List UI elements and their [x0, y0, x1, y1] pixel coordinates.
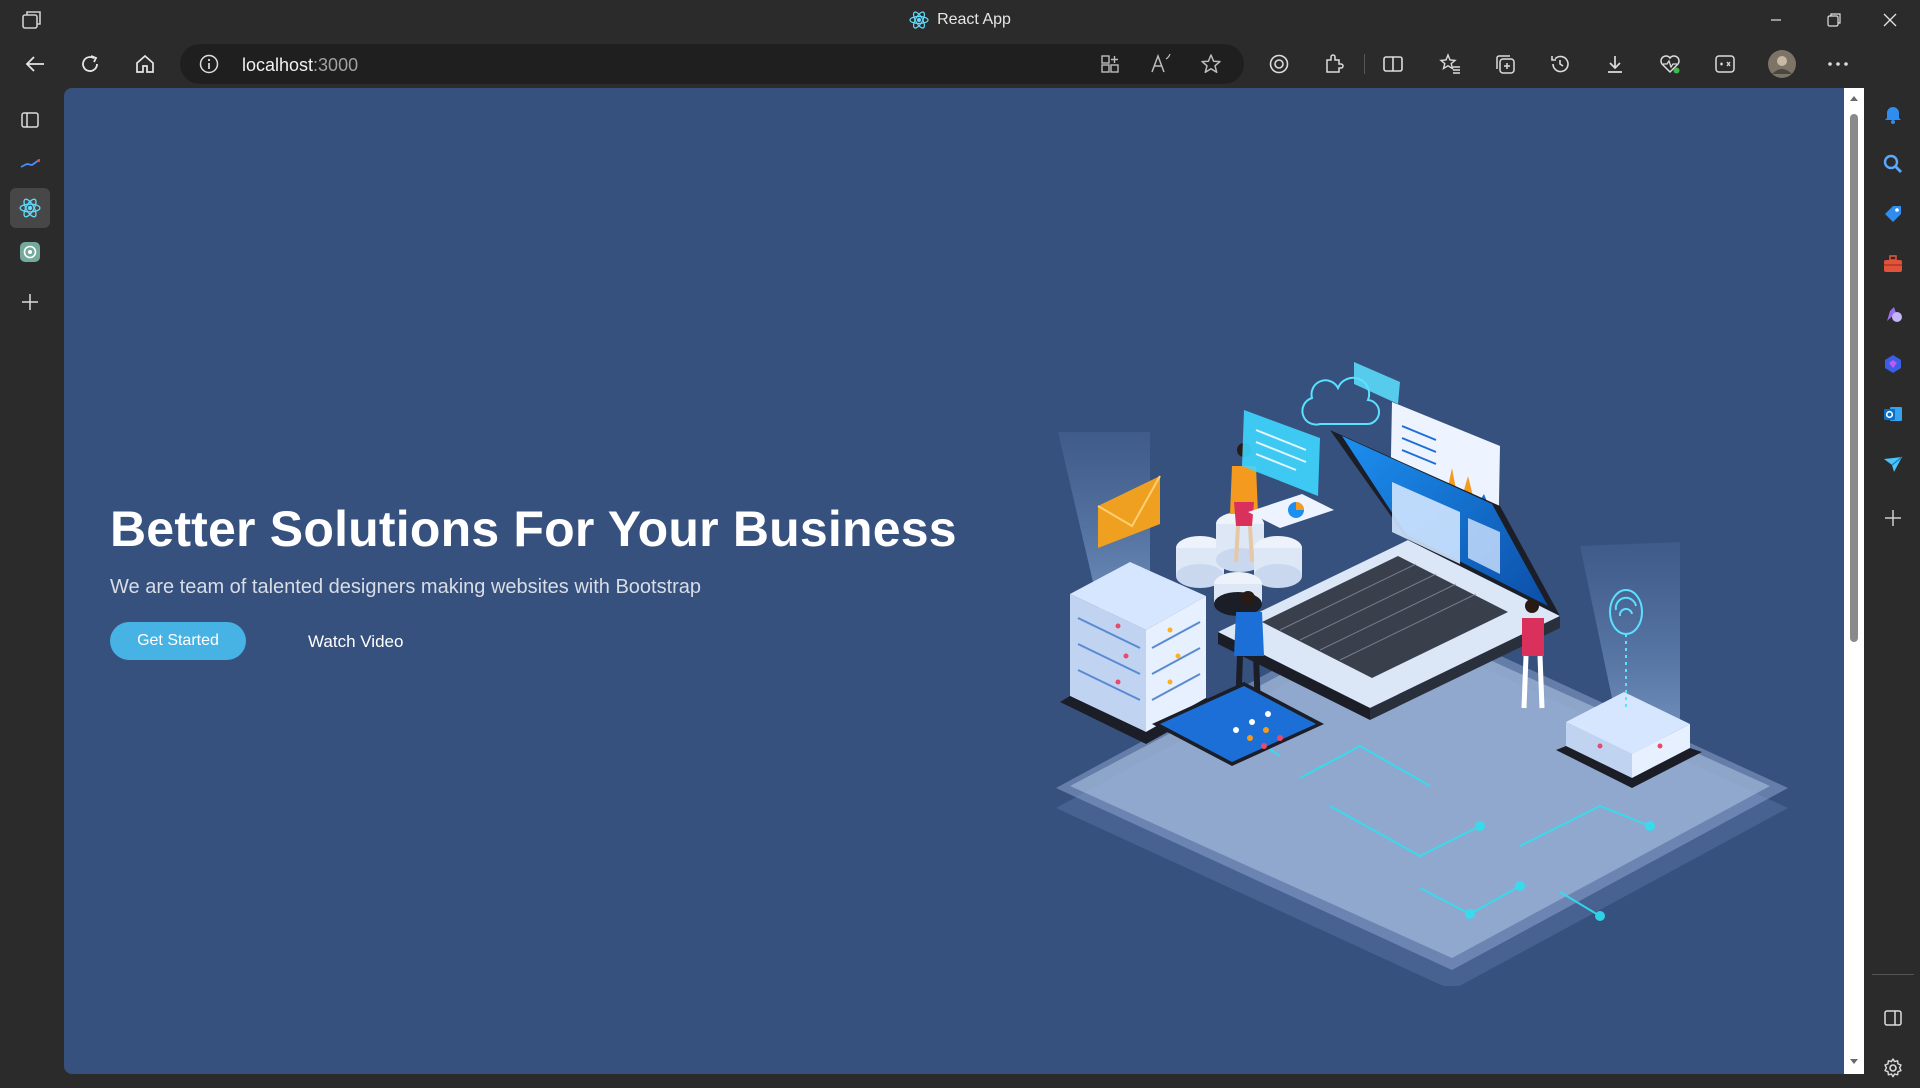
browser-toolbar: localhost:3000: [0, 40, 1920, 88]
scrollbar-thumb[interactable]: [1850, 114, 1858, 642]
search-icon[interactable]: [1873, 144, 1913, 184]
back-arrow-icon[interactable]: [15, 44, 55, 84]
add-icon[interactable]: [1873, 498, 1913, 538]
tools-icon[interactable]: [1873, 244, 1913, 284]
new-tab-icon[interactable]: [10, 282, 50, 322]
react-logo-icon: [909, 10, 929, 30]
profile-avatar[interactable]: [1762, 44, 1802, 84]
browser-essentials-icon[interactable]: [1650, 44, 1690, 84]
scroll-up-icon[interactable]: [1849, 94, 1859, 102]
url-text[interactable]: localhost:3000: [242, 55, 358, 76]
hero-illustration: [1000, 326, 1820, 986]
hero-subtitle: We are team of talented designers making…: [110, 576, 702, 598]
tab-actions-icon[interactable]: [10, 100, 50, 140]
tracking-prevention-icon[interactable]: [1259, 44, 1299, 84]
scroll-down-icon[interactable]: [1849, 1058, 1859, 1066]
tab-chatgpt[interactable]: [10, 232, 50, 272]
title-bar: React App: [0, 0, 1920, 40]
url-port: :3000: [313, 55, 359, 75]
page-viewport: Better Solutions For Your Business We ar…: [64, 88, 1844, 1074]
telegram-icon[interactable]: [1873, 444, 1913, 484]
close-icon[interactable]: [1862, 0, 1918, 40]
window-title: React App: [0, 10, 1920, 30]
downloads-icon[interactable]: [1595, 44, 1635, 84]
extensions-icon[interactable]: [1314, 44, 1354, 84]
more-options-icon[interactable]: [1818, 44, 1858, 84]
get-started-button[interactable]: Get Started: [110, 622, 246, 660]
restore-icon[interactable]: [1806, 0, 1862, 40]
window-title-text: React App: [937, 11, 1011, 28]
vertical-tab-strip: [0, 88, 64, 1080]
shopping-icon[interactable]: [1873, 194, 1913, 234]
microsoft-365-icon[interactable]: [1873, 344, 1913, 384]
home-icon[interactable]: [125, 44, 165, 84]
math-solver-icon[interactable]: [1705, 44, 1745, 84]
sidebar-separator: [1872, 974, 1914, 975]
site-info-icon[interactable]: [198, 53, 220, 75]
tab-analytics[interactable]: [10, 144, 50, 184]
hero-title: Better Solutions For Your Business: [110, 501, 957, 557]
minimize-icon[interactable]: [1748, 0, 1804, 40]
favorite-star-icon[interactable]: [1200, 53, 1222, 75]
address-bar[interactable]: localhost:3000: [180, 44, 1244, 84]
notifications-icon[interactable]: [1873, 94, 1913, 134]
hide-sidebar-icon[interactable]: [1873, 998, 1913, 1038]
read-aloud-icon[interactable]: [1150, 54, 1172, 74]
tab-react-app[interactable]: [10, 188, 50, 228]
refresh-icon[interactable]: [70, 44, 110, 84]
games-icon[interactable]: [1873, 294, 1913, 334]
watch-video-link[interactable]: Watch Video: [308, 632, 403, 652]
floating-panel-small: [1354, 362, 1400, 404]
page-scrollbar[interactable]: [1844, 88, 1864, 1074]
settings-icon[interactable]: [1873, 1048, 1913, 1088]
split-screen-icon[interactable]: [1373, 44, 1413, 84]
outlook-icon[interactable]: [1873, 394, 1913, 434]
app-available-icon[interactable]: [1100, 54, 1120, 74]
edge-sidebar: [1866, 40, 1920, 1080]
history-icon[interactable]: [1540, 44, 1580, 84]
collections-icon[interactable]: [1485, 44, 1525, 84]
toolbar-separator: [1364, 54, 1365, 74]
url-host: localhost: [242, 55, 314, 75]
favorites-icon[interactable]: [1430, 44, 1470, 84]
